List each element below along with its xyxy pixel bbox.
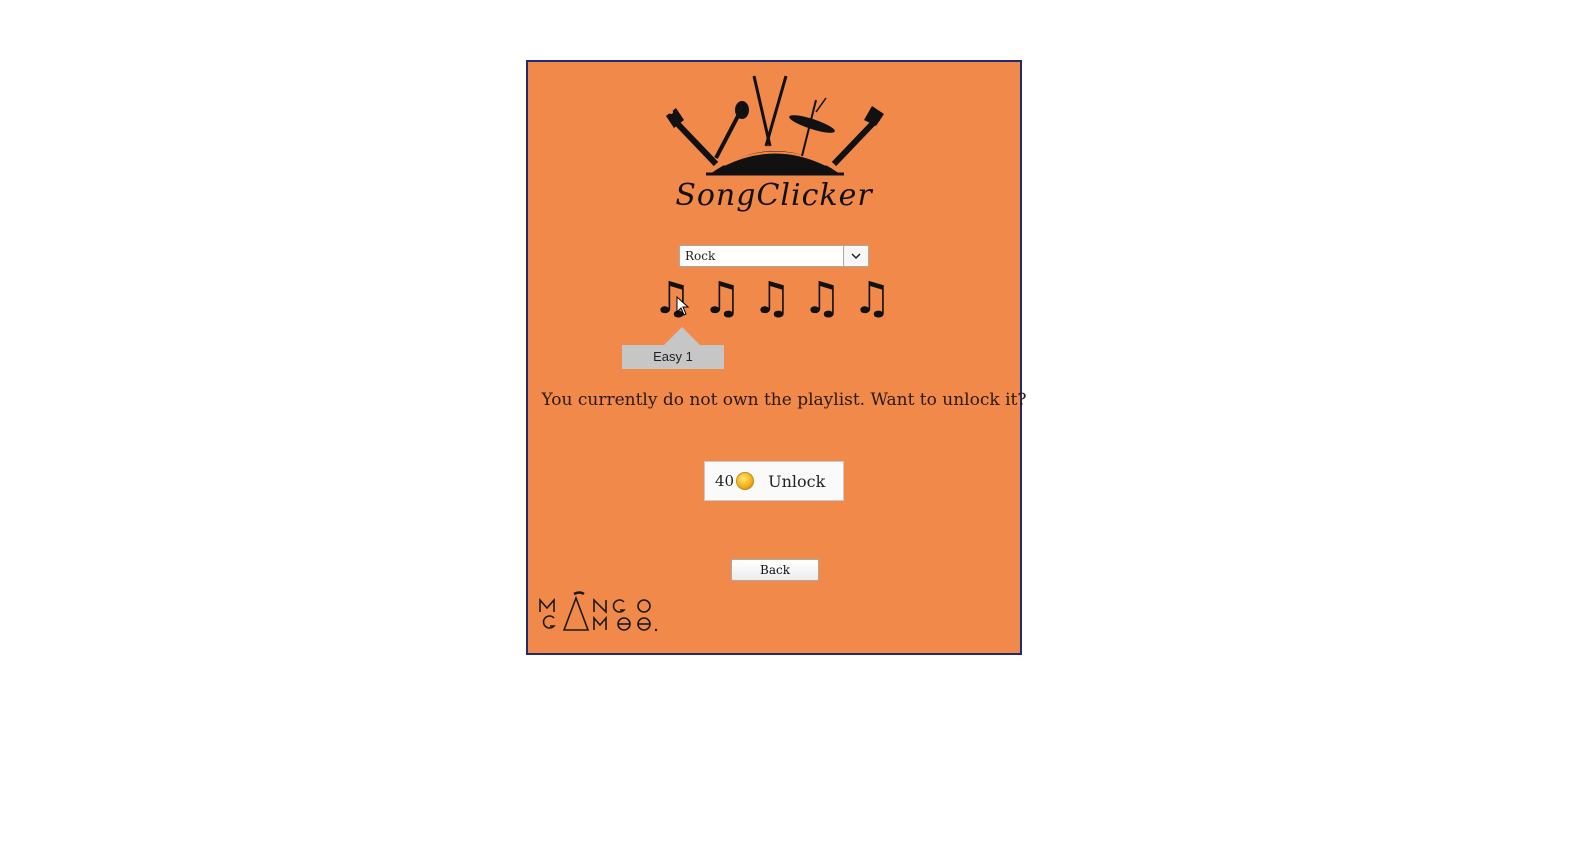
coin-icon: [736, 472, 755, 490]
music-note-icon[interactable]: ♫: [852, 276, 892, 322]
music-note-icon[interactable]: ♫: [752, 276, 792, 322]
tooltip-arrow: [664, 327, 700, 345]
game-panel: SongClicker Rock ♫ ♫ ♫ ♫ ♫ Easy 1 You cu…: [526, 60, 1026, 655]
mouse-cursor-icon: [676, 296, 690, 316]
genre-select-value: Rock: [685, 249, 716, 263]
back-button[interactable]: Back: [731, 559, 819, 581]
difficulty-tooltip: Easy 1: [622, 327, 724, 369]
genre-select[interactable]: Rock: [679, 245, 869, 267]
mango-games-logo-icon: [539, 591, 658, 632]
songclicker-logo-icon: [666, 75, 884, 176]
music-note-icon[interactable]: ♫: [802, 276, 842, 322]
unlock-button[interactable]: 40 Unlock: [704, 461, 844, 501]
app-title: SongClicker: [675, 178, 873, 213]
unlock-price: 40: [715, 472, 735, 490]
unlock-label: Unlock: [768, 471, 826, 491]
unlock-message: You currently do not own the playlist. W…: [541, 390, 1027, 410]
music-note-icon[interactable]: ♫: [702, 276, 742, 322]
chevron-down-icon[interactable]: [843, 246, 868, 266]
tooltip-text: Easy 1: [653, 349, 693, 364]
